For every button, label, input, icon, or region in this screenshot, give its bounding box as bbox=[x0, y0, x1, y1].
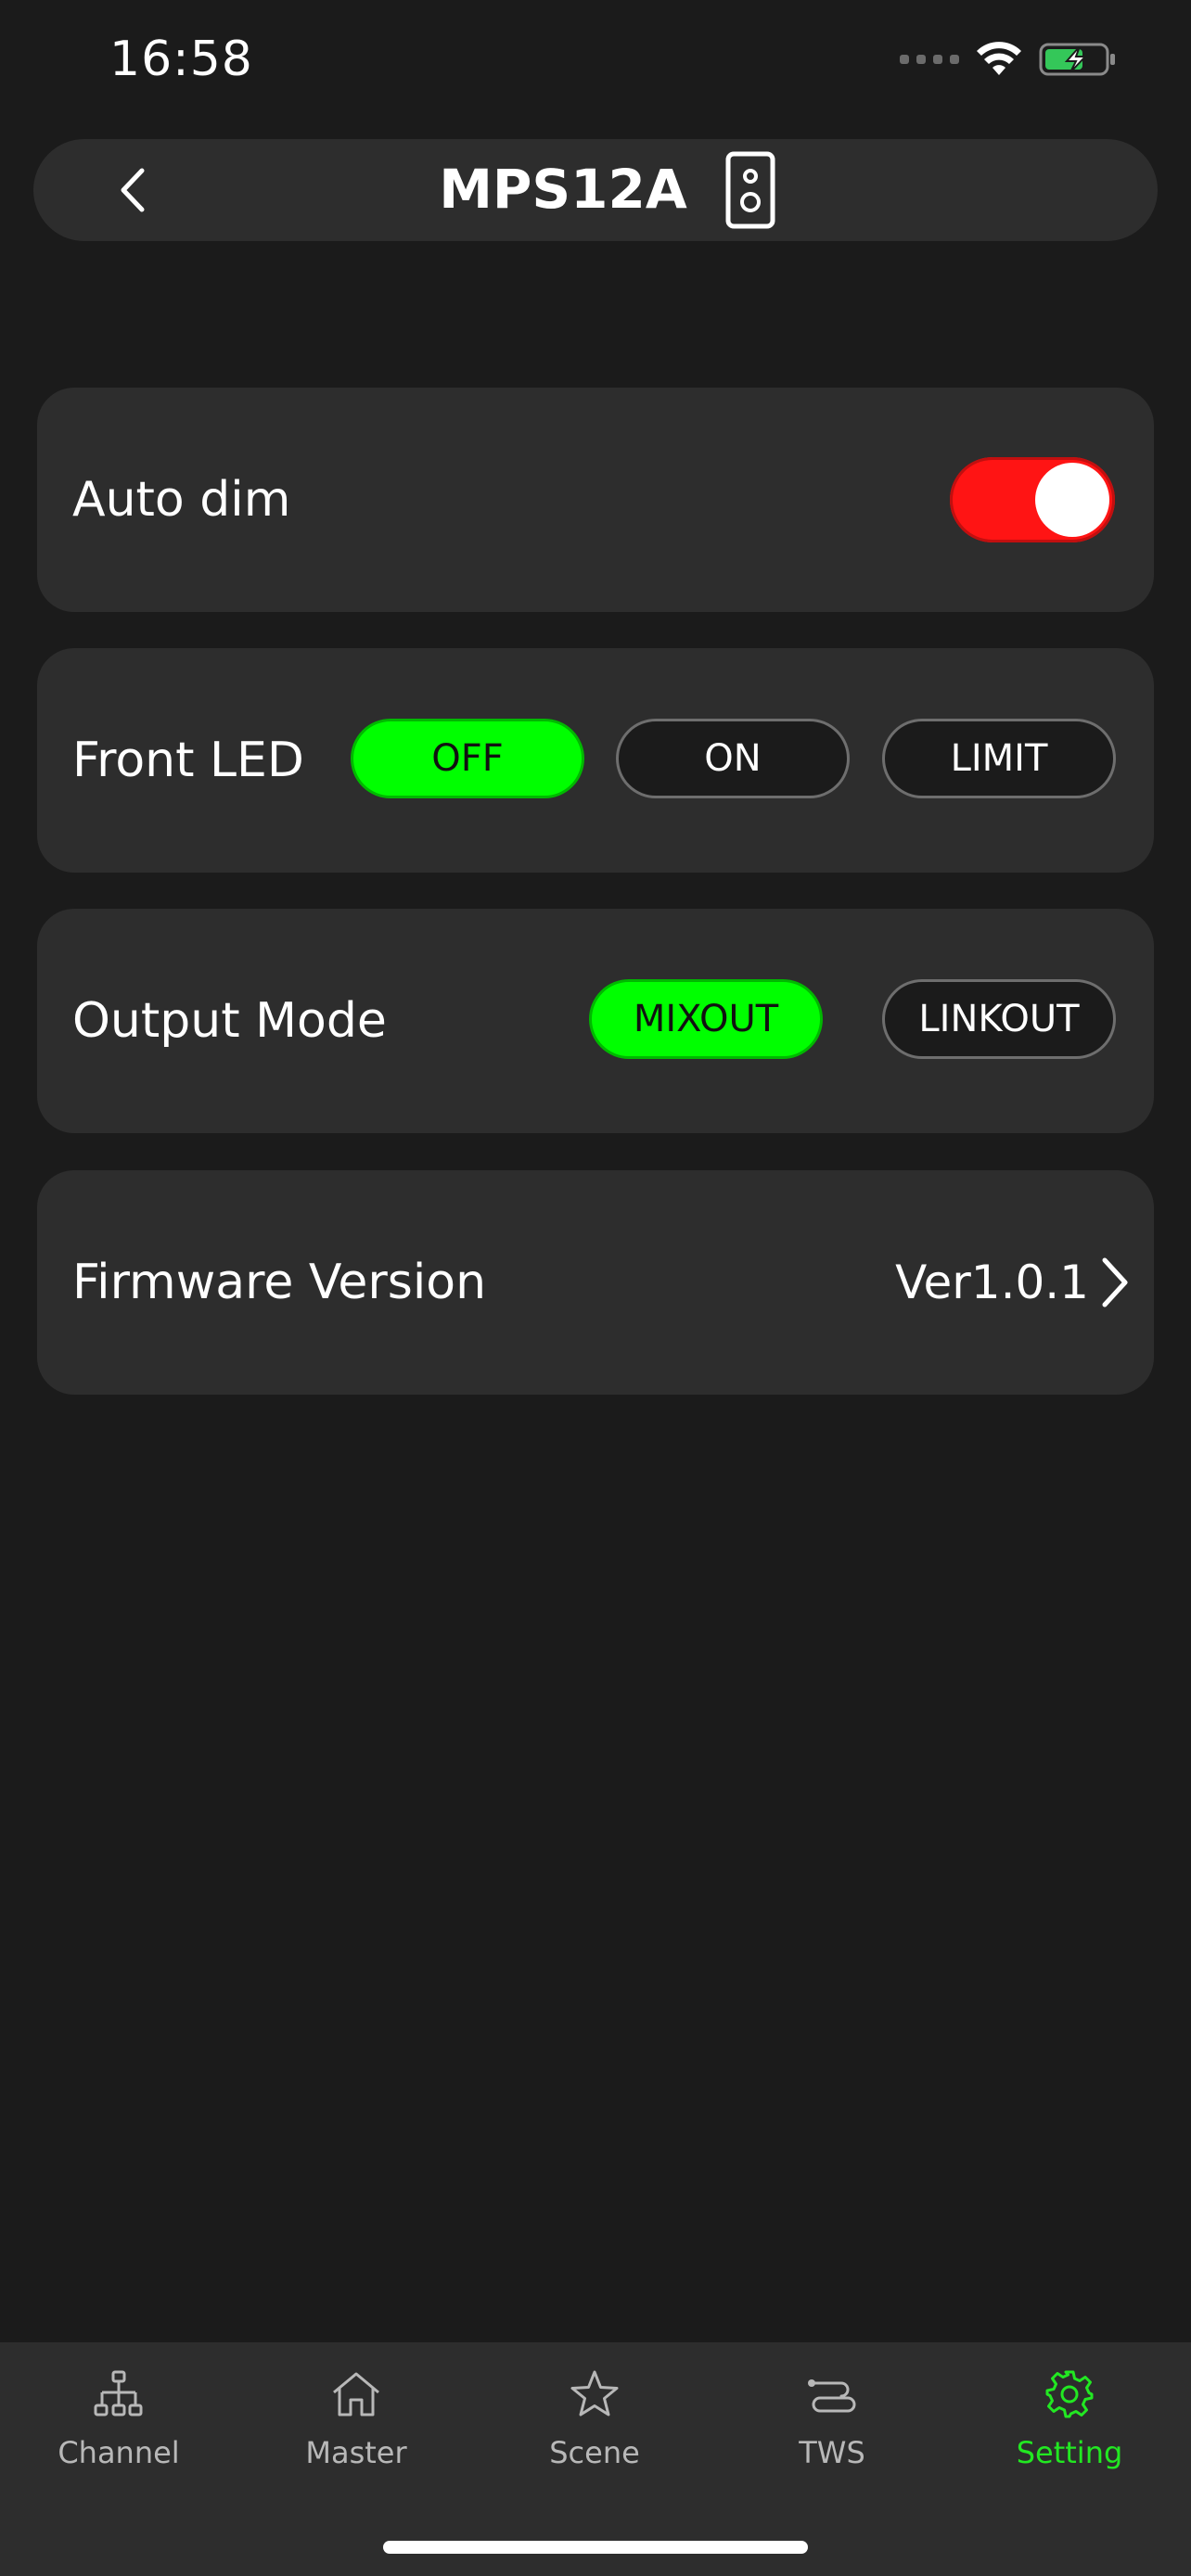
tab-label: Channel bbox=[58, 2435, 180, 2470]
home-icon bbox=[328, 2366, 384, 2422]
status-icons bbox=[900, 41, 1117, 78]
tab-label: TWS bbox=[799, 2435, 865, 2470]
wifi-icon bbox=[977, 42, 1021, 75]
auto-dim-card: Auto dim bbox=[37, 388, 1154, 612]
output-mode-label: Output Mode bbox=[72, 993, 387, 1049]
star-icon bbox=[567, 2366, 622, 2422]
front-led-card: Front LED OFF ON LIMIT bbox=[37, 648, 1154, 873]
auto-dim-toggle[interactable] bbox=[950, 457, 1115, 542]
output-mode-mixout-button[interactable]: MIXOUT bbox=[589, 979, 823, 1059]
header-bar: MPS12A bbox=[33, 139, 1158, 241]
tab-master[interactable]: Master bbox=[263, 2366, 449, 2496]
battery-charging-icon bbox=[1039, 43, 1115, 76]
auto-dim-label: Auto dim bbox=[72, 472, 291, 528]
front-led-label: Front LED bbox=[72, 733, 304, 788]
front-led-limit-button[interactable]: LIMIT bbox=[882, 719, 1116, 798]
tab-label: Master bbox=[305, 2435, 407, 2470]
network-tree-icon bbox=[91, 2366, 147, 2422]
firmware-card[interactable]: Firmware Version Ver1.0.1 bbox=[37, 1170, 1154, 1395]
firmware-version-value: Ver1.0.1 bbox=[895, 1256, 1089, 1309]
status-time: 16:58 bbox=[109, 32, 253, 87]
tab-scene[interactable]: Scene bbox=[502, 2366, 687, 2496]
speaker-icon[interactable] bbox=[724, 150, 776, 230]
tab-channel[interactable]: Channel bbox=[26, 2366, 211, 2496]
gear-icon bbox=[1042, 2366, 1097, 2422]
page-title: MPS12A bbox=[439, 158, 687, 221]
tab-setting[interactable]: Setting bbox=[977, 2366, 1162, 2496]
cellular-signal-icon bbox=[900, 55, 959, 64]
toggle-knob bbox=[1035, 463, 1109, 537]
link-toggle-icon bbox=[804, 2366, 860, 2422]
output-mode-card: Output Mode MIXOUT LINKOUT bbox=[37, 909, 1154, 1133]
firmware-label: Firmware Version bbox=[72, 1255, 487, 1310]
output-mode-linkout-button[interactable]: LINKOUT bbox=[882, 979, 1116, 1059]
chevron-right-icon bbox=[1102, 1257, 1128, 1307]
home-indicator[interactable] bbox=[383, 2541, 808, 2554]
front-led-on-button[interactable]: ON bbox=[616, 719, 850, 798]
front-led-off-button[interactable]: OFF bbox=[351, 719, 584, 798]
tab-label: Setting bbox=[1016, 2435, 1123, 2470]
tab-label: Scene bbox=[549, 2435, 640, 2470]
firmware-version-link[interactable]: Ver1.0.1 bbox=[895, 1170, 1130, 1395]
tab-tws[interactable]: TWS bbox=[739, 2366, 925, 2496]
